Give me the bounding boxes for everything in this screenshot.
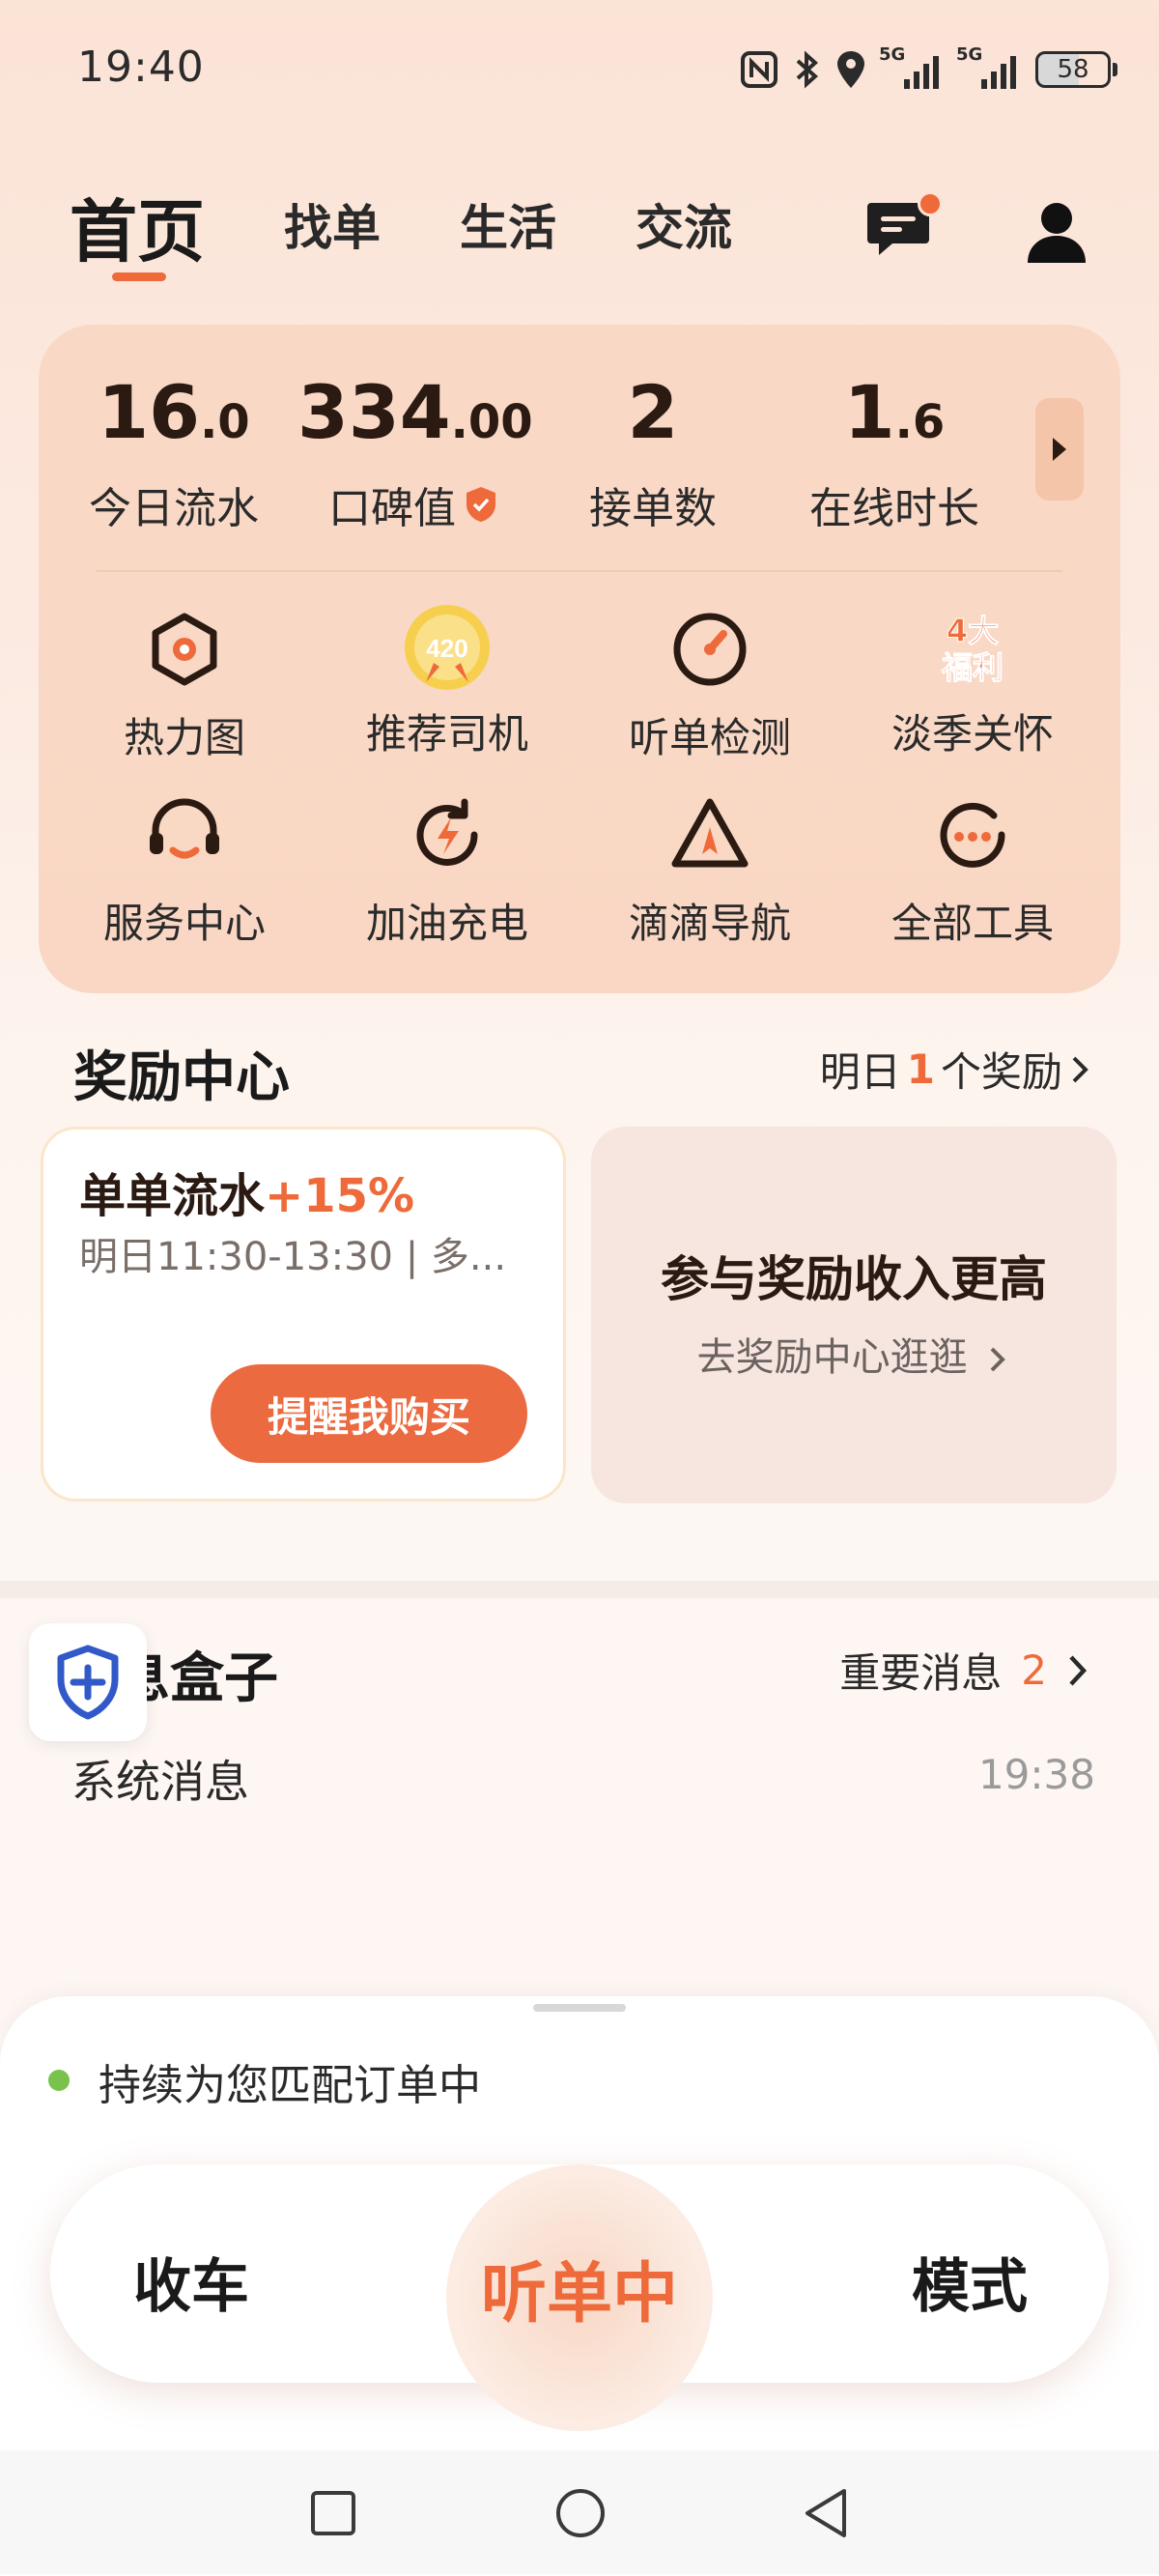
back-icon[interactable] [802, 2487, 850, 2539]
chevron-right-icon [1069, 1654, 1088, 1686]
heatmap-icon [152, 613, 217, 686]
off-season-care-icon: 4大 福利 [940, 613, 1004, 687]
recent-apps-icon[interactable] [309, 2489, 357, 2537]
remind-me-buy-button[interactable]: 提醒我购买 [211, 1364, 527, 1463]
reward-promo-title: 参与奖励收入更高 [661, 1251, 1047, 1307]
battery-level: 58 [1057, 55, 1089, 84]
signal-icon-1: 5G [879, 44, 945, 89]
status-icons: 5G 5G 58 [740, 43, 1117, 97]
tab-active-indicator [112, 272, 166, 281]
recommend-driver-icon: 420 [405, 605, 490, 690]
system-message-time: 19:38 [977, 1751, 1095, 1798]
safety-shield-button[interactable] [29, 1623, 147, 1741]
order-check-icon [673, 613, 747, 686]
mode-button[interactable]: 模式 [912, 2240, 1028, 2324]
navigation-icon [671, 798, 749, 868]
reward-card-title: 单单流水+15% [79, 1169, 415, 1223]
reward-card-subtitle: 明日11:30-13:30 | 多... [79, 1235, 507, 1279]
tool-off-season-care[interactable]: 4大 福利 淡季关怀 [852, 603, 1093, 760]
matching-status-text: 持续为您匹配订单中 [99, 2061, 481, 2110]
service-center-icon [150, 798, 219, 859]
signal-icon-2: 5G [956, 44, 1022, 89]
tool-service-center[interactable]: 服务中心 [64, 792, 305, 950]
battery-icon: 58 [1035, 51, 1117, 88]
nfc-icon [741, 51, 777, 88]
system-message-item[interactable]: 系统消息 [71, 1747, 249, 1811]
status-time: 19:40 [77, 43, 205, 92]
user-icon[interactable] [1024, 199, 1089, 265]
tool-recommend-driver[interactable]: 420 推荐司机 [326, 601, 568, 760]
reward-promo-link[interactable]: 去奖励中心逛逛 [591, 1326, 1117, 1382]
location-icon [837, 51, 864, 88]
tab-home[interactable]: 首页 [70, 178, 205, 275]
stat-orders[interactable]: 2 接单数 [537, 371, 769, 535]
tool-order-check[interactable]: 听单检测 [589, 607, 831, 764]
reward-promo-card[interactable] [591, 1127, 1117, 1503]
tab-life[interactable]: 生活 [460, 189, 556, 259]
svg-text:4大: 4大 [947, 613, 999, 649]
message-unread-dot [918, 191, 943, 216]
stat-today-income[interactable]: 16.0 今日流水 [58, 371, 290, 535]
tool-heatmap[interactable]: 热力图 [64, 607, 305, 764]
stats-divider [97, 570, 1062, 572]
shield-plus-icon [57, 1645, 119, 1720]
reward-center-title: 奖励中心 [73, 1046, 290, 1109]
stop-driving-button[interactable]: 收车 [133, 2240, 249, 2324]
chevron-right-icon [990, 1347, 1006, 1372]
listening-button[interactable]: 听单中 [446, 2240, 713, 2335]
online-status-dot [48, 2070, 70, 2091]
tool-navigation[interactable]: 滴滴导航 [589, 792, 831, 950]
sheet-drag-handle[interactable] [533, 2004, 626, 2012]
triangle-right-icon [1053, 438, 1066, 461]
home-icon[interactable] [554, 2487, 607, 2539]
stat-online-hours[interactable]: 1.6 在线时长 [778, 371, 1010, 535]
tool-all-tools[interactable]: 全部工具 [852, 792, 1093, 950]
verified-shield-icon [466, 487, 495, 522]
all-tools-icon [940, 802, 1005, 868]
reward-tomorrow-link[interactable]: 明日 1 个奖励 [820, 1040, 1093, 1099]
important-messages-link[interactable]: 重要消息 2 [839, 1641, 1093, 1700]
chevron-right-icon [1072, 1056, 1088, 1082]
tab-community[interactable]: 交流 [636, 189, 732, 259]
tool-fuel-charge[interactable]: 加油充电 [326, 792, 568, 950]
svg-text:福利: 福利 [941, 649, 1004, 686]
fuel-charge-icon [416, 798, 478, 866]
tab-find-orders[interactable]: 找单 [284, 189, 381, 259]
stats-more-button[interactable] [1035, 398, 1084, 501]
stat-reputation[interactable]: 334.00 口碑值 [297, 371, 533, 535]
recommend-driver-badge: 420 [426, 634, 467, 663]
bluetooth-icon [796, 50, 819, 89]
